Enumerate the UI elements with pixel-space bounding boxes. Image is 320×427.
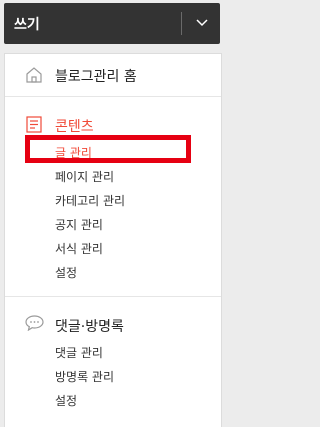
document-icon — [26, 116, 42, 133]
home-icon — [26, 67, 42, 83]
highlight-annotation-box — [25, 135, 191, 163]
write-bar-divider — [181, 12, 182, 35]
sidebar-menu: 블로그관리 홈 콘텐츠 글 관리 페이지 관리 카테고리 관리 공지 관리 서식… — [4, 53, 222, 427]
sidebar-item-category-management[interactable]: 카테고리 관리 — [55, 192, 125, 209]
sidebar-item-page-management[interactable]: 페이지 관리 — [55, 168, 114, 185]
speech-bubble-icon — [25, 315, 44, 331]
sidebar-section-contents[interactable]: 콘텐츠 — [55, 116, 94, 136]
section-divider — [5, 296, 221, 297]
sidebar-section-comments[interactable]: 댓글·방명록 — [55, 316, 124, 336]
sidebar-item-comment-management[interactable]: 댓글 관리 — [55, 344, 103, 361]
section-divider — [5, 96, 221, 97]
sidebar-item-contents-settings[interactable]: 설정 — [55, 264, 77, 281]
sidebar-item-template-management[interactable]: 서식 관리 — [55, 240, 103, 257]
sidebar-item-guestbook-management[interactable]: 방명록 관리 — [55, 368, 114, 385]
sidebar-item-notice-management[interactable]: 공지 관리 — [55, 216, 103, 233]
sidebar-home-link[interactable]: 블로그관리 홈 — [55, 66, 137, 86]
sidebar-item-comments-settings[interactable]: 설정 — [55, 392, 77, 409]
write-bar: 쓰기 — [4, 3, 220, 44]
write-button[interactable]: 쓰기 — [14, 14, 40, 34]
chevron-down-icon[interactable] — [191, 16, 213, 30]
